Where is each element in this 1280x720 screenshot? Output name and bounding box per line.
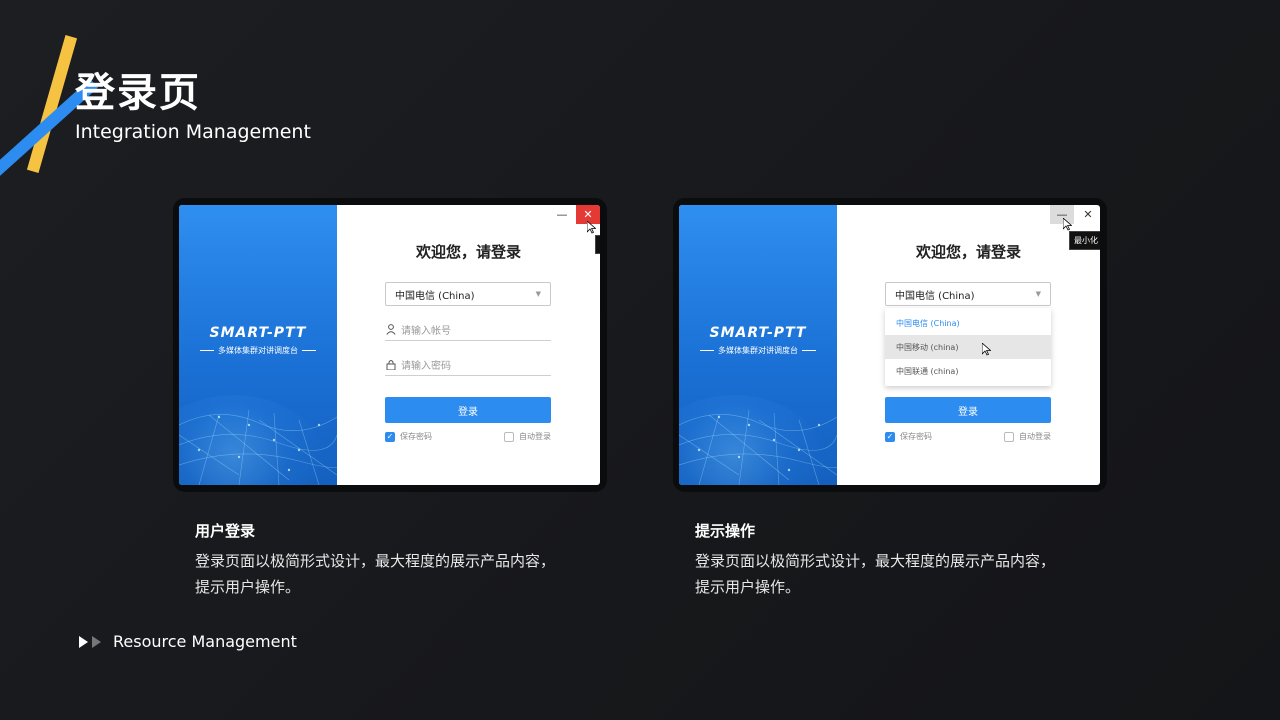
caption-desc-prompt: 登录页面以极简形式设计，最大程度的展示产品内容，提示用户操作。 [695, 552, 1056, 596]
minimize-tooltip: 最小化 [1069, 231, 1100, 250]
brand-tagline: 多媒体集群对讲调度台 [679, 345, 837, 356]
cursor-icon [982, 343, 991, 356]
footer-nav-resource-management[interactable]: Resource Management [79, 632, 297, 651]
close-tooltip: 关闭 [595, 235, 600, 254]
chevron-down-icon: ▼ [1035, 290, 1041, 298]
checkmark-icon: ✓ [885, 431, 895, 442]
brand-logo: SMART-PTT [209, 325, 307, 341]
login-window: SMART-PTT 多媒体集群对讲调度台 — ✕ 最小化 欢迎您，请登录 中国电… [679, 205, 1100, 485]
network-graphic [179, 409, 337, 485]
checkbox-empty-icon [1004, 431, 1014, 442]
cursor-icon [587, 221, 596, 234]
minimize-button[interactable]: — [550, 205, 574, 224]
dropdown-option[interactable]: 中国移动 (china) [885, 335, 1051, 359]
page-subtitle: Integration Management [75, 121, 311, 143]
brand-panel: SMART-PTT 多媒体集群对讲调度台 [679, 205, 837, 485]
welcome-title: 欢迎您，请登录 [415, 243, 521, 261]
login-window: SMART-PTT 多媒体集群对讲调度台 — ✕ 关闭 欢迎您，请登录 中国电信… [179, 205, 600, 485]
checkbox-empty-icon [504, 431, 514, 442]
user-icon [386, 324, 396, 335]
dropdown-option[interactable]: 中国联通 (china) [885, 359, 1051, 383]
login-mockup-2: SMART-PTT 多媒体集群对讲调度台 — ✕ 最小化 欢迎您，请登录 中国电… [673, 198, 1107, 492]
carrier-select[interactable]: 中国电信 (China) ▼ [885, 282, 1051, 306]
login-mockup-1: SMART-PTT 多媒体集群对讲调度台 — ✕ 关闭 欢迎您，请登录 中国电信… [173, 198, 607, 492]
cursor-icon [1063, 218, 1072, 231]
brand-panel: SMART-PTT 多媒体集群对讲调度台 [179, 205, 337, 485]
save-password-checkbox[interactable]: ✓ 保存密码 [385, 431, 432, 442]
chevron-down-icon: ▼ [535, 290, 541, 298]
page-title: 登录页 [75, 70, 201, 116]
auto-login-checkbox[interactable]: 自动登录 [1004, 431, 1051, 442]
account-field[interactable]: 请输入帐号 [385, 319, 551, 341]
brand-logo: SMART-PTT [709, 325, 807, 341]
checkmark-icon: ✓ [385, 431, 395, 442]
welcome-title: 欢迎您，请登录 [915, 243, 1021, 261]
login-button[interactable]: 登录 [885, 397, 1051, 423]
caption-title-prompt: 提示操作 [695, 522, 756, 540]
dropdown-option[interactable]: 中国电信 (China) [885, 311, 1051, 335]
auto-login-checkbox[interactable]: 自动登录 [504, 431, 551, 442]
caption-desc-user-login: 登录页面以极简形式设计，最大程度的展示产品内容，提示用户操作。 [195, 552, 556, 596]
network-graphic [679, 409, 837, 485]
save-password-checkbox[interactable]: ✓ 保存密码 [885, 431, 932, 442]
close-button[interactable]: ✕ [1076, 205, 1100, 224]
caption-title-user-login: 用户登录 [195, 522, 256, 540]
password-field[interactable]: 请输入密码 [385, 354, 551, 376]
login-button[interactable]: 登录 [385, 397, 551, 423]
carrier-select[interactable]: 中国电信 (China) ▼ [385, 282, 551, 306]
play-icon [92, 635, 101, 648]
play-icon [79, 635, 88, 648]
lock-icon [386, 360, 396, 370]
brand-tagline: 多媒体集群对讲调度台 [179, 345, 337, 356]
carrier-dropdown: 中国电信 (China) 中国移动 (china) 中国联通 (china) [885, 308, 1051, 386]
